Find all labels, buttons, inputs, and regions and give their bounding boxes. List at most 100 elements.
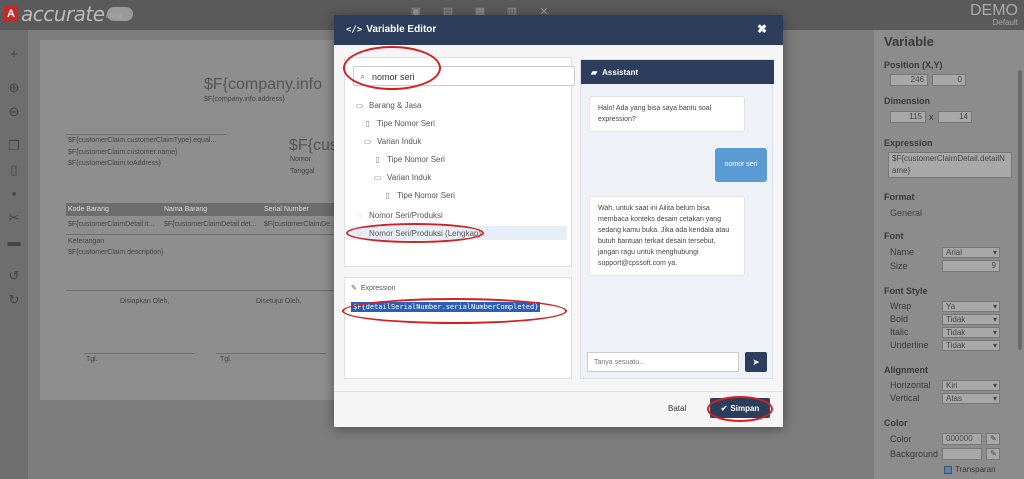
search-box[interactable]: ⌕ xyxy=(353,66,575,86)
wrap-select[interactable]: Ya xyxy=(942,301,1000,312)
description-field[interactable]: $F{customerClaim.description} xyxy=(68,249,163,256)
font-name-select[interactable]: Arial xyxy=(942,247,1000,258)
background-label: Background xyxy=(890,449,939,459)
background-input[interactable] xyxy=(942,448,982,460)
bold-label: Bold xyxy=(890,314,909,324)
dialog-title: </> Variable Editor xyxy=(346,24,437,35)
save-button[interactable]: ✔ Simpan xyxy=(710,398,770,418)
zoom-in-icon[interactable]: ⊕ xyxy=(5,80,23,96)
alignment-label: Alignment xyxy=(884,365,928,375)
tree-item-tipe-nomor-seri[interactable]: ▯ Tipe Nomor Seri xyxy=(383,188,455,202)
tree-item-tipe-nomor-seri[interactable]: ▯ Tipe Nomor Seri xyxy=(363,116,435,130)
expression-field[interactable]: $F{customerClaimDetail.detailName} xyxy=(888,152,1012,178)
properties-scrollbar[interactable] xyxy=(1018,70,1022,350)
detail-item-field[interactable]: $F{customerClaimDetail.it... xyxy=(68,221,154,228)
copy-icon[interactable]: ❐ xyxy=(5,138,23,154)
font-style-label: Font Style xyxy=(884,286,928,296)
italic-select[interactable]: Tidak xyxy=(942,327,1000,338)
format-value[interactable]: General xyxy=(890,208,922,218)
font-label: Font xyxy=(884,231,904,241)
detail-serial-field[interactable]: $F{customerClaimDe... xyxy=(264,221,336,228)
col-kode-barang: Kode Barang xyxy=(68,206,109,213)
logo-mark-icon: A xyxy=(4,6,18,22)
logo-text: accurate xyxy=(21,2,105,26)
date-label: Tgl. xyxy=(220,356,232,363)
tree-item-varian-induk[interactable]: ▭ Varian Induk xyxy=(373,170,432,184)
design-canvas[interactable]: $F{company.info $F{company.info.address}… xyxy=(40,40,340,400)
position-x-input[interactable]: 246 xyxy=(890,74,928,86)
customer-title-field[interactable]: $F{cus xyxy=(289,137,338,155)
tree-item-nomor-seri-produksi[interactable]: ◌ Nomor Seri/Produksi xyxy=(355,208,443,222)
color-label: Color xyxy=(884,418,908,428)
search-input[interactable] xyxy=(372,69,570,84)
assistant-message: Halo! Ada yang bisa saya bantu soal expr… xyxy=(589,96,745,132)
transparent-checkbox[interactable]: Transparan xyxy=(944,465,996,474)
pencil-icon: ✎ xyxy=(351,285,357,292)
close-button[interactable]: ✖ xyxy=(757,22,767,36)
chat-input[interactable] xyxy=(587,352,739,372)
width-input[interactable]: 115 xyxy=(890,111,926,123)
color-sub-label: Color xyxy=(890,434,912,444)
wrap-label: Wrap xyxy=(890,301,912,311)
default-label: Default xyxy=(992,18,1018,27)
height-input[interactable]: 14 xyxy=(938,111,972,123)
company-address[interactable]: $F{company.info.address} xyxy=(204,96,285,103)
color-input[interactable]: 000000 xyxy=(942,433,982,445)
horizontal-label: Horizontal xyxy=(890,380,931,390)
tree-item-tipe-nomor-seri[interactable]: ▯ Tipe Nomor Seri xyxy=(373,152,445,166)
add-icon[interactable]: + xyxy=(5,46,23,62)
code-icon: </> xyxy=(346,25,363,35)
horizontal-select[interactable]: Kiri xyxy=(942,380,1000,391)
date-label: Tgl. xyxy=(86,356,98,363)
assistant-panel: ▰ Assistant Halo! Ada yang bisa saya bant… xyxy=(580,59,774,379)
detail-name-field[interactable]: $F{customerClaimDetail.det... xyxy=(164,221,257,228)
tree-item-barang-jasa[interactable]: ▭ Barang & Jasa xyxy=(355,98,422,112)
file-icon: ▯ xyxy=(365,118,370,128)
assistant-message: Wah, untuk saat ini Ailita belum bisa me… xyxy=(589,196,745,276)
dialog-header: </> Variable Editor ✖ xyxy=(334,15,783,45)
redo-icon[interactable]: ↻ xyxy=(5,292,23,308)
vertical-select[interactable]: Atas xyxy=(942,393,1000,404)
properties-panel: Variable Position (X,Y) 246 0 Dimension … xyxy=(874,30,1024,479)
color-picker-icon[interactable]: ✎ xyxy=(986,433,1000,445)
footer-divider xyxy=(334,391,783,392)
expression-editor[interactable]: $F{detailSerialNumber.serialNumberComple… xyxy=(351,302,541,312)
company-title[interactable]: $F{company.info xyxy=(204,76,322,94)
bold-select[interactable]: Tidak xyxy=(942,314,1000,325)
duplicate-icon[interactable]: ▪ xyxy=(5,186,23,202)
file-icon: ▯ xyxy=(385,190,390,200)
underline-select[interactable]: Tidak xyxy=(942,340,1000,351)
customer-name-field[interactable]: $F{customerClaim.customer.name} xyxy=(68,149,177,156)
divider xyxy=(66,234,340,235)
tree-item-nomor-seri-produksi-lengkap[interactable]: ◌ Nomor Seri/Produksi (Lengkap) xyxy=(351,226,567,240)
delete-icon[interactable]: ▬ xyxy=(5,234,23,250)
zoom-out-icon[interactable]: ⊖ xyxy=(5,104,23,120)
position-y-input[interactable]: 0 xyxy=(932,74,966,86)
send-button[interactable]: ➤ xyxy=(745,352,767,372)
position-label: Position (X,Y) xyxy=(884,60,943,70)
checkbox-icon[interactable] xyxy=(944,465,952,474)
tanggal-label: Tanggal xyxy=(290,168,315,175)
expression-header: ✎ Expression xyxy=(351,284,396,293)
signature-line xyxy=(84,353,194,354)
undo-icon[interactable]: ↺ xyxy=(5,268,23,284)
folder-icon: ▭ xyxy=(355,100,364,110)
tree-item-varian-induk[interactable]: ▭ Varian Induk xyxy=(363,134,422,148)
keterangan-label: Keterangan xyxy=(68,238,105,245)
to-address-field[interactable]: $F{customerClaim.toAddress} xyxy=(68,160,161,167)
format-label: Format xyxy=(884,192,915,202)
paste-icon[interactable]: ▯ xyxy=(5,162,23,178)
font-name-label: Name xyxy=(890,247,915,257)
divider xyxy=(66,134,226,135)
cut-icon[interactable]: ✂ xyxy=(5,210,23,226)
font-size-input[interactable]: 9 xyxy=(942,260,1000,272)
assistant-header: ▰ Assistant xyxy=(581,60,774,84)
approved-by-label: Disetujui Oleh, xyxy=(256,298,302,305)
dimension-label: Dimension xyxy=(884,96,931,106)
properties-title: Variable xyxy=(884,34,934,49)
claim-type-field[interactable]: $F{customerClaim.customerClaimType}.equa… xyxy=(68,137,216,144)
cancel-button[interactable]: Batal xyxy=(668,404,686,413)
background-picker-icon[interactable]: ✎ xyxy=(986,448,1000,460)
prepared-by-label: Disiapkan Oleh, xyxy=(120,298,170,305)
transparent-label: Transparan xyxy=(955,465,996,474)
